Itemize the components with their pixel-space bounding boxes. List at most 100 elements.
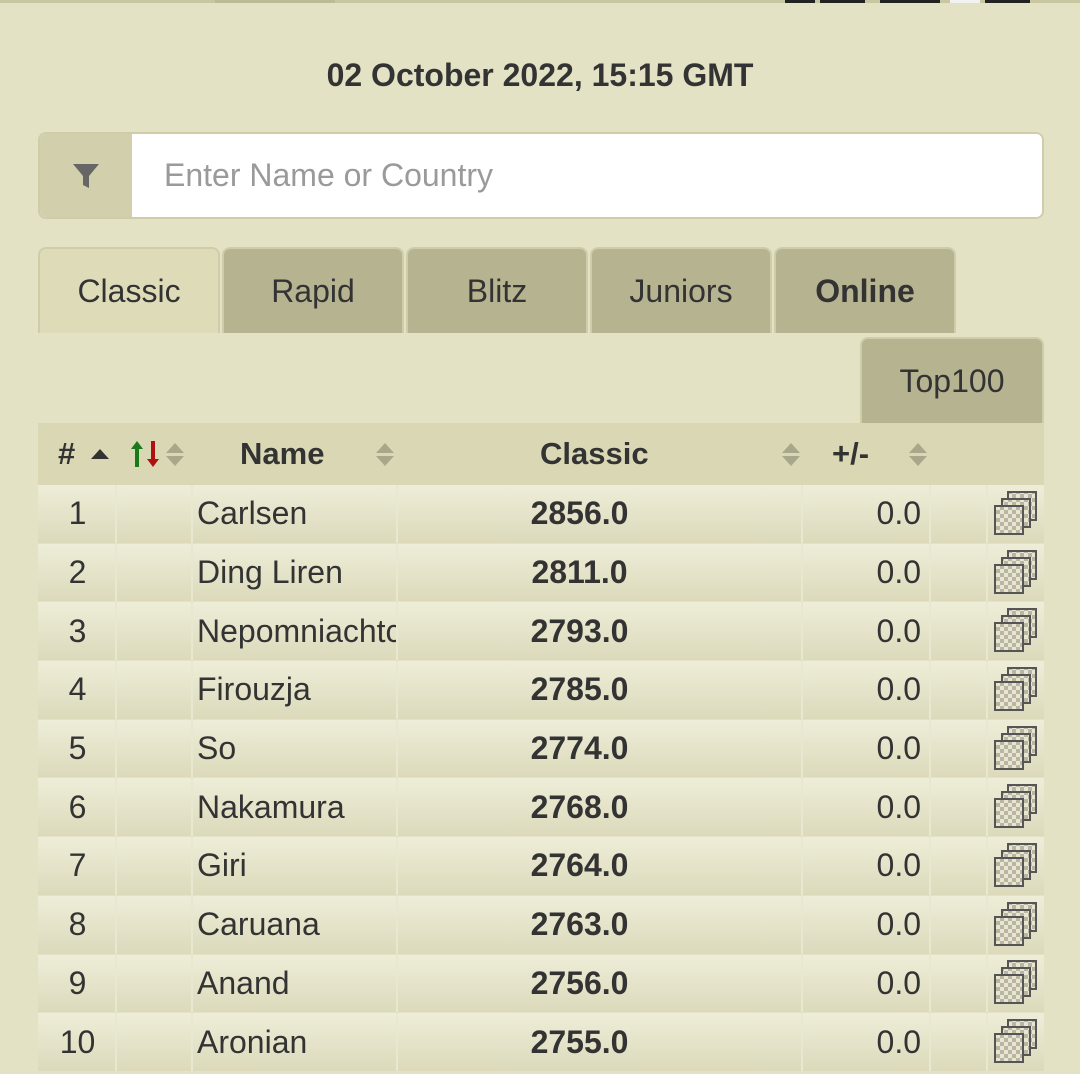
top-strip (0, 0, 1080, 3)
rank-header[interactable]: # (58, 423, 110, 485)
rating-cell: 2756.0 (398, 954, 803, 1013)
rank-cell: 2 (40, 543, 117, 602)
rank-cell: 7 (40, 837, 117, 895)
up-down-arrows-icon (131, 441, 159, 467)
rank-change-header[interactable] (128, 423, 186, 485)
rank-change-cell (117, 543, 193, 602)
row-action[interactable] (988, 485, 1044, 543)
spacer-cell (931, 1013, 988, 1071)
spacer-cell (931, 778, 988, 837)
rank-change-cell (117, 954, 193, 1013)
diff-cell: 0.0 (803, 1013, 931, 1071)
rating-cell: 2793.0 (398, 602, 803, 661)
row-action[interactable] (988, 602, 1044, 660)
diff-header[interactable]: +/- (832, 423, 869, 485)
search-bar (38, 132, 1044, 219)
rating-cell: 2768.0 (398, 778, 803, 837)
diff-cell: 0.0 (803, 895, 931, 954)
sort-icon (164, 437, 186, 471)
table-row[interactable]: 5 So 2774.0 0.0 (38, 719, 1044, 779)
rank-change-cell (117, 485, 193, 543)
name-header-label: Name (240, 436, 325, 471)
spacer-cell (931, 719, 988, 778)
chessboard-copy-icon (994, 725, 1037, 770)
rank-header-label: # (58, 436, 76, 471)
rank-cell: 10 (40, 1013, 117, 1071)
table-row[interactable]: 2 Ding Liren 2811.0 0.0 (38, 543, 1044, 603)
chessboard-copy-icon (994, 666, 1037, 711)
rank-change-cell (117, 895, 193, 954)
spacer-cell (931, 895, 988, 954)
player-name[interactable]: Firouzja (193, 661, 398, 719)
chessboard-copy-icon (994, 490, 1037, 535)
sort-icon (374, 437, 396, 471)
player-name[interactable]: Aronian (193, 1013, 398, 1071)
tab-juniors[interactable]: Juniors (590, 247, 772, 333)
table-row[interactable]: 6 Nakamura 2768.0 0.0 (38, 778, 1044, 838)
rating-cell: 2774.0 (398, 719, 803, 778)
table-row[interactable]: 10 Aronian 2755.0 0.0 (38, 1013, 1044, 1072)
player-name[interactable]: Nakamura (193, 778, 398, 837)
row-action[interactable] (988, 955, 1044, 1013)
row-action[interactable] (988, 661, 1044, 719)
diff-sort[interactable] (907, 423, 929, 485)
chessboard-copy-icon (994, 842, 1037, 887)
diff-cell: 0.0 (803, 719, 931, 778)
rank-change-cell (117, 1013, 193, 1071)
player-name[interactable]: Ding Liren (193, 543, 398, 602)
sort-icon (907, 437, 929, 471)
rank-change-cell (117, 602, 193, 661)
sort-asc-icon (91, 449, 110, 459)
name-header[interactable]: Name (240, 423, 324, 485)
diff-cell: 0.0 (803, 543, 931, 602)
diff-cell: 0.0 (803, 602, 931, 661)
diff-cell: 0.0 (803, 837, 931, 895)
row-action[interactable] (988, 1013, 1044, 1071)
rank-cell: 1 (40, 485, 117, 543)
spacer-cell (931, 954, 988, 1013)
rating-cell: 2763.0 (398, 895, 803, 954)
row-action[interactable] (988, 837, 1044, 895)
table-row[interactable]: 9 Anand 2756.0 0.0 (38, 954, 1044, 1014)
player-name[interactable]: Carlsen (193, 485, 398, 543)
row-action[interactable] (988, 896, 1044, 954)
name-sort[interactable] (374, 423, 396, 485)
rank-cell: 8 (40, 895, 117, 954)
table-row[interactable]: 8 Caruana 2763.0 0.0 (38, 895, 1044, 955)
classic-header-label: Classic (540, 436, 649, 471)
player-name[interactable]: So (193, 719, 398, 778)
tab-top100[interactable]: Top100 (860, 337, 1044, 423)
player-name[interactable]: Caruana (193, 895, 398, 954)
table-row[interactable]: 1 Carlsen 2856.0 0.0 (38, 485, 1044, 544)
diff-cell: 0.0 (803, 954, 931, 1013)
row-action[interactable] (988, 778, 1044, 836)
rank-cell: 4 (40, 661, 117, 719)
player-name[interactable]: Nepomniachtchi (193, 602, 398, 661)
spacer-cell (931, 485, 988, 543)
rank-change-cell (117, 837, 193, 895)
tab-rapid[interactable]: Rapid (222, 247, 404, 333)
classic-header[interactable]: Classic (540, 423, 649, 485)
spacer-cell (931, 837, 988, 895)
player-name[interactable]: Giri (193, 837, 398, 895)
rating-cell: 2764.0 (398, 837, 803, 895)
table-row[interactable]: 3 Nepomniachtchi 2793.0 0.0 (38, 602, 1044, 662)
spacer-cell (931, 543, 988, 602)
row-action[interactable] (988, 720, 1044, 778)
table-row[interactable]: 7 Giri 2764.0 0.0 (38, 837, 1044, 896)
filter-button[interactable] (40, 134, 132, 217)
row-action[interactable] (988, 544, 1044, 602)
table-row[interactable]: 4 Firouzja 2785.0 0.0 (38, 661, 1044, 720)
table-header: # Name Classic +/- (38, 423, 1044, 485)
classic-sort[interactable] (780, 423, 802, 485)
tab-blitz[interactable]: Blitz (406, 247, 588, 333)
player-name[interactable]: Anand (193, 954, 398, 1013)
rank-cell: 9 (40, 954, 117, 1013)
tab-online[interactable]: Online (774, 247, 956, 333)
ratings-table: # Name Classic +/- 1 Carlsen 2856.0 0.0 … (38, 423, 1044, 1072)
search-input[interactable] (132, 134, 1042, 217)
tab-classic[interactable]: Classic (38, 247, 220, 333)
chessboard-copy-icon (994, 784, 1037, 829)
spacer-cell (931, 602, 988, 661)
diff-header-label: +/- (832, 436, 870, 471)
